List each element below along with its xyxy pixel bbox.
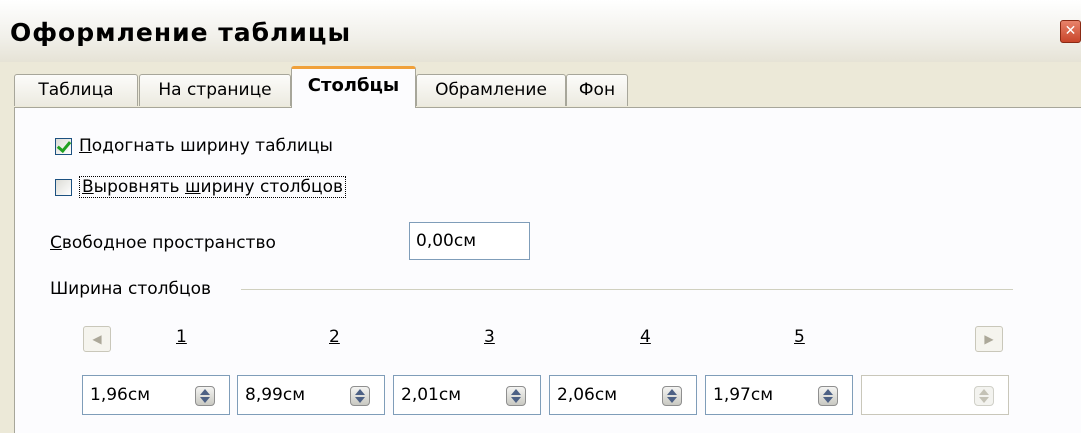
spin-button[interactable]	[506, 386, 526, 406]
spin-up-icon	[200, 389, 210, 395]
spin-up-icon	[979, 389, 989, 395]
checkmark-icon	[56, 137, 72, 153]
spin-button[interactable]	[818, 386, 838, 406]
spin-button[interactable]	[662, 386, 682, 406]
close-button[interactable]: ✕	[1060, 20, 1081, 43]
window-title: Оформление таблицы	[10, 18, 352, 47]
column-width-field[interactable]: 8,99см	[237, 375, 385, 415]
spin-down-icon	[511, 397, 521, 403]
column-width-value: 2,06см	[557, 385, 618, 405]
spin-up-icon	[355, 389, 365, 395]
tab-on-page[interactable]: На странице	[139, 74, 291, 106]
column-width-field[interactable]: 1,96см	[82, 375, 230, 415]
free-space-label: Свободное пространство	[50, 233, 276, 253]
spin-up-icon	[667, 389, 677, 395]
column-number: 1	[176, 327, 187, 347]
arrow-right-icon: ▶	[984, 332, 994, 346]
fit-width-option[interactable]: Подогнать ширину таблицы	[55, 136, 333, 156]
column-width-field[interactable]: 2,06см	[549, 375, 697, 415]
title-bar: Оформление таблицы ✕	[0, 0, 1081, 62]
fit-width-checkbox[interactable]	[55, 137, 72, 155]
column-width-field[interactable]: 1,97см	[705, 375, 853, 415]
spin-down-icon	[823, 397, 833, 403]
equalize-width-checkbox[interactable]	[55, 178, 72, 196]
column-width-value: 1,96см	[90, 385, 151, 405]
column-number: 2	[329, 327, 340, 347]
close-icon: ✕	[1064, 23, 1077, 39]
equalize-width-label: Выровнять ширину столбцов	[79, 176, 347, 198]
arrow-left-icon: ◀	[92, 332, 102, 346]
spin-button	[974, 386, 994, 406]
prev-columns-button[interactable]: ◀	[83, 326, 111, 352]
tab-table[interactable]: Таблица	[14, 74, 138, 106]
next-columns-button[interactable]: ▶	[975, 326, 1003, 352]
column-number: 4	[640, 327, 651, 347]
column-width-section-label: Ширина столбцов	[50, 279, 211, 299]
equalize-width-option[interactable]: Выровнять ширину столбцов	[55, 176, 347, 198]
tab-borders[interactable]: Обрамление	[416, 74, 566, 106]
spin-down-icon	[200, 397, 210, 403]
tab-columns[interactable]: Столбцы	[291, 66, 416, 108]
spin-button[interactable]	[350, 386, 370, 406]
column-number: 5	[794, 327, 805, 347]
spin-button[interactable]	[195, 386, 215, 406]
section-divider	[241, 289, 1013, 290]
free-space-field[interactable]: 0,00см	[409, 222, 530, 260]
fit-width-label: Подогнать ширину таблицы	[79, 136, 333, 156]
column-number: 3	[484, 327, 495, 347]
spin-down-icon	[667, 397, 677, 403]
spin-up-icon	[511, 389, 521, 395]
spin-down-icon	[355, 397, 365, 403]
tab-bar: Таблица На странице Столбцы Обрамление Ф…	[0, 62, 1081, 108]
column-width-field-disabled	[861, 375, 1009, 415]
column-width-field[interactable]: 2,01см	[393, 375, 541, 415]
column-width-value: 8,99см	[245, 385, 306, 405]
spin-up-icon	[823, 389, 833, 395]
column-width-value: 2,01см	[401, 385, 462, 405]
spin-down-icon	[979, 397, 989, 403]
tab-background[interactable]: Фон	[566, 74, 628, 106]
column-width-value: 1,97см	[713, 385, 774, 405]
